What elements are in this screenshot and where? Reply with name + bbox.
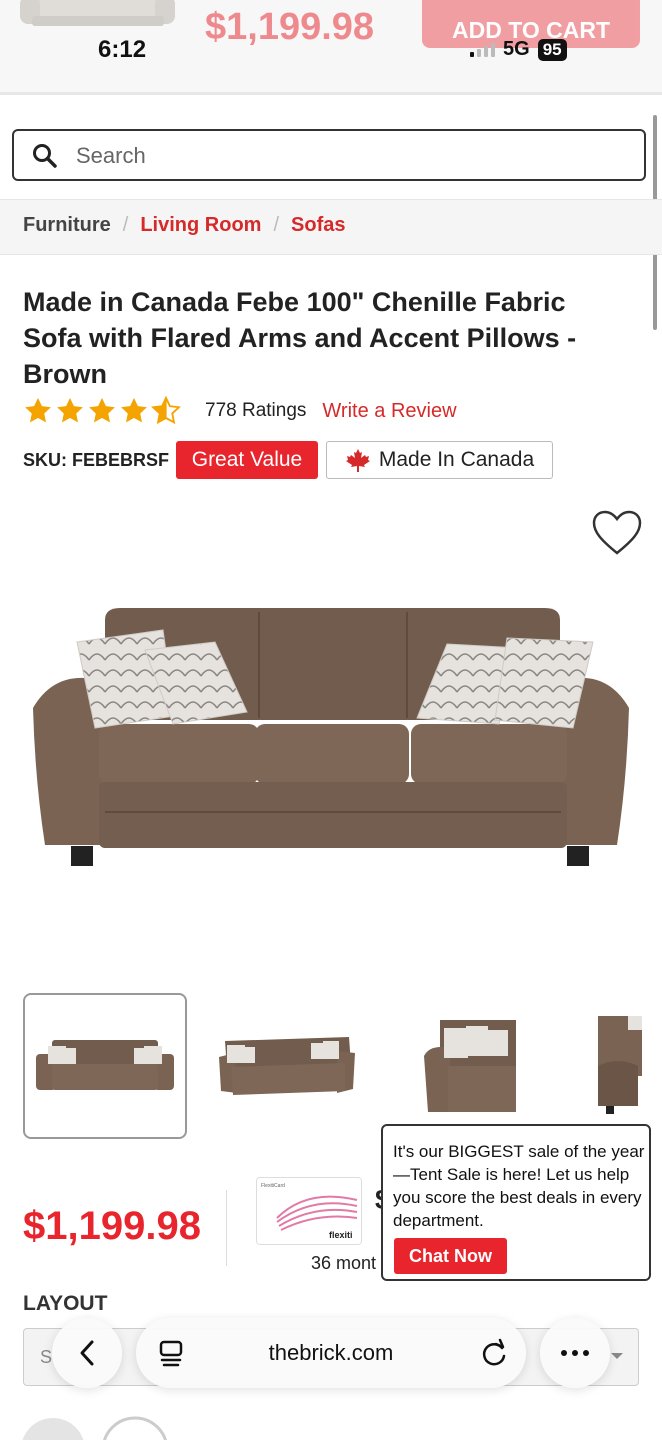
flexiti-card-image[interactable]: FlexitiCard flexiti xyxy=(256,1177,362,1245)
chevron-down-icon xyxy=(611,1353,623,1359)
signal-icon xyxy=(470,42,495,57)
financing-term: 36 mont xyxy=(311,1253,377,1273)
star-icon xyxy=(121,397,147,423)
rating-row: 778 Ratings Write a Review xyxy=(23,396,457,426)
breadcrumb: Furniture / Living Room / Sofas xyxy=(0,199,662,255)
network-type: 5G xyxy=(503,38,530,60)
sofa-thumbnail-image xyxy=(36,1040,174,1090)
product-thumbnail-1[interactable] xyxy=(23,993,187,1139)
layout-swatches xyxy=(22,1416,167,1440)
card-brand: flexiti xyxy=(329,1230,353,1240)
product-thumbnail-2[interactable] xyxy=(210,993,362,1139)
product-thumbnail-4[interactable] xyxy=(598,993,642,1139)
great-value-badge: Great Value xyxy=(176,441,318,479)
battery-level: 95 xyxy=(537,38,567,61)
browser-more-button[interactable] xyxy=(540,1318,610,1388)
sofa-detail-thumbnail-image xyxy=(424,1020,516,1112)
made-in-canada-badge: Made In Canada xyxy=(326,441,553,479)
product-sku: SKU: FEBEBRSF xyxy=(23,450,170,470)
star-icon xyxy=(25,397,51,423)
sofa-arm-thumbnail-image xyxy=(598,1016,642,1114)
product-main-image[interactable] xyxy=(25,600,637,880)
chat-now-button[interactable]: Chat Now xyxy=(394,1238,507,1274)
back-icon xyxy=(80,1340,94,1366)
layout-label: LAYOUT xyxy=(23,1292,108,1315)
rating-count[interactable]: 778 Ratings xyxy=(205,400,306,422)
chat-message: It's our BIGGEST sale of the year—Tent S… xyxy=(393,1142,645,1230)
sticky-header: $1,199.98 ADD TO CART 6:12 5G 95 xyxy=(0,0,662,95)
breadcrumb-separator: / xyxy=(273,214,280,236)
breadcrumb-living-room[interactable]: Living Room xyxy=(140,214,261,237)
sofa-angle-thumbnail-image xyxy=(219,1037,355,1095)
breadcrumb-furniture[interactable]: Furniture xyxy=(23,214,111,237)
product-thumbnail-3[interactable] xyxy=(420,993,516,1139)
star-icon xyxy=(89,397,115,423)
browser-address-bar[interactable]: thebrick.com xyxy=(136,1318,526,1388)
half-star-icon xyxy=(151,396,181,425)
search-placeholder: Search xyxy=(76,143,146,168)
breadcrumb-separator: / xyxy=(122,214,129,236)
product-title: Made in Canada Febe 100" Chenille Fabric… xyxy=(23,287,577,389)
star-icon xyxy=(57,397,83,423)
product-price: $1,199.98 xyxy=(23,1204,201,1248)
search-icon xyxy=(33,144,57,168)
layout-selected-value: S xyxy=(40,1347,53,1367)
browser-back-button[interactable] xyxy=(52,1318,122,1388)
reload-icon[interactable] xyxy=(480,1338,508,1368)
breadcrumb-sofas[interactable]: Sofas xyxy=(291,214,345,237)
chat-popup: It's our BIGGEST sale of the year—Tent S… xyxy=(381,1124,651,1281)
price-divider xyxy=(226,1190,227,1266)
made-in-canada-label: Made In Canada xyxy=(378,448,535,471)
write-review-link[interactable]: Write a Review xyxy=(322,400,456,423)
sticky-price: $1,199.98 xyxy=(205,6,375,48)
status-network: 5G 95 xyxy=(470,38,567,61)
sticky-product-thumbnail xyxy=(20,0,175,26)
status-time: 6:12 xyxy=(98,36,147,63)
maple-leaf-icon xyxy=(345,449,370,472)
browser-url: thebrick.com xyxy=(268,1340,394,1365)
heart-icon[interactable] xyxy=(591,510,643,556)
search-input[interactable]: Search xyxy=(12,129,646,181)
more-icon xyxy=(561,1350,589,1356)
card-label: FlexitiCard xyxy=(261,1183,285,1189)
